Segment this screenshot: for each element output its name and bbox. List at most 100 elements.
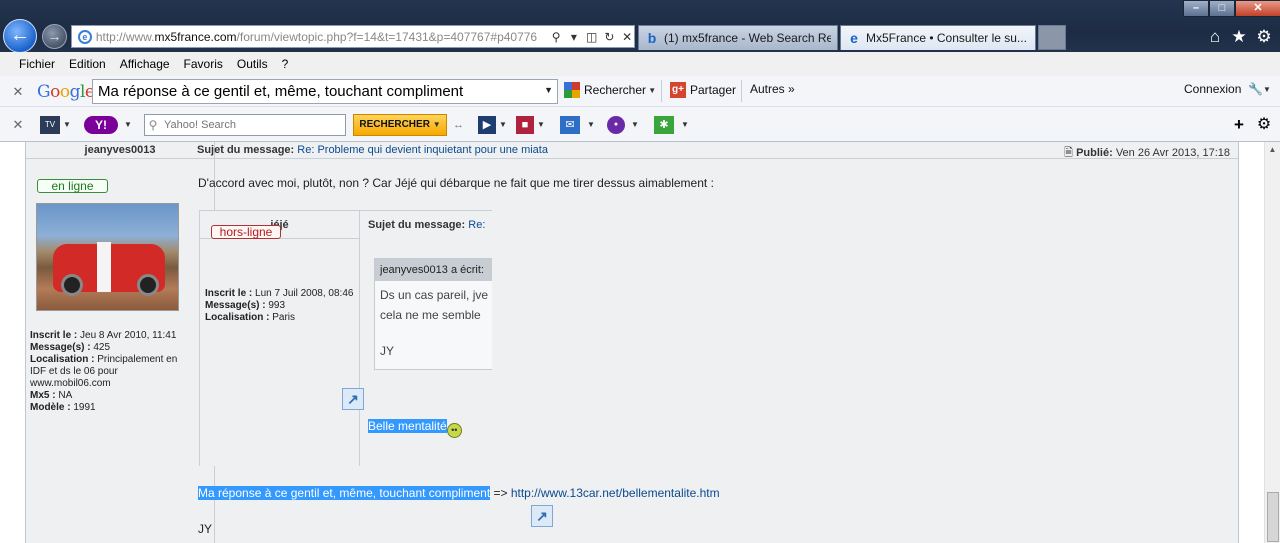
quote-profile-info: Inscrit le : Lun 7 Juil 2008, 08:46 Mess… [205,288,354,323]
mail-icon[interactable]: ✉ [560,116,580,134]
new-tab-button[interactable] [1038,25,1066,50]
subject-link[interactable]: Re: Probleme qui devient inquietant pour… [297,144,548,156]
tab-mx5france[interactable]: e Mx5France • Consulter le su... [840,25,1036,50]
chevron-down-icon[interactable]: ▼ [63,116,71,134]
menu-outils[interactable]: Outils [230,57,275,71]
yahoo-search-box[interactable]: ⚲ [144,114,346,136]
search-icon[interactable]: ⚲ [549,29,563,45]
chevron-down-icon[interactable]: ▼ [124,116,132,134]
home-icon[interactable]: ⌂ [1205,27,1225,47]
menu-help[interactable]: ? [275,57,296,71]
chevron-down-icon[interactable]: ▼ [631,116,639,134]
inner-quote-box: jeanyves0013 a écrit: Ds un cas pareil, … [374,258,492,370]
header-divider [26,158,1238,159]
tab-label: Mx5France • Consulter le su... [866,31,1027,45]
autres-button[interactable]: Autres » [750,82,795,96]
scrollbar-thumb[interactable] [1267,492,1279,542]
expand-image-icon[interactable]: ↗ [531,505,553,527]
quote-subject: Sujet du message: Re: [368,219,486,231]
profile-info: Inscrit le : Jeu 8 Avr 2010, 11:41 Messa… [30,330,178,413]
chevron-down-icon[interactable]: ▼ [544,85,553,95]
google-logo: Google [37,82,95,102]
yahoo-logo-icon[interactable]: Y! [84,116,118,134]
chevron-down-icon[interactable]: ▼ [499,116,507,134]
rechercher-button[interactable]: Rechercher ▼ [564,82,656,98]
search-icon: ⚲ [148,118,158,132]
offline-status-badge: hors-ligne [211,225,281,239]
online-status-badge: en ligne [37,179,108,193]
post-subject: Sujet du message: Re: Probleme qui devie… [197,144,548,156]
google-search-input[interactable] [93,80,533,103]
settings-gear-icon[interactable]: ⚙ [1255,116,1273,134]
google-search-box[interactable]: ▼ [92,79,558,104]
ie-page-icon: e [78,29,92,44]
google-toolbar: ✕ Google ▼ Rechercher ▼ g+ Partager Autr… [0,76,1280,107]
double-chevron-icon: » [784,82,795,96]
separator [741,80,742,102]
tools-gear-icon[interactable]: ⚙ [1254,27,1274,47]
maximize-button[interactable]: □ [1209,0,1235,17]
menu-fichier[interactable]: Fichier [12,57,62,71]
chevron-down-icon[interactable]: ▼ [681,116,689,134]
bing-icon: b [647,30,657,46]
menu-affichage[interactable]: Affichage [113,57,177,71]
dropdown-icon[interactable]: ▾ [567,29,581,45]
inner-quote-header: jeanyves0013 a écrit: [375,259,492,281]
avatar [36,203,179,311]
resize-handle-icon[interactable]: ↔ [453,116,464,134]
address-bar[interactable]: e http://www.mx5france.com/forum/viewtop… [71,25,635,48]
forward-button[interactable]: → [42,24,67,49]
close-toolbar-icon[interactable]: ✕ [12,84,24,100]
google-plus-icon: g+ [670,82,686,98]
tab-label: (1) mx5france - Web Search Re... [664,31,831,45]
quote-reply: Belle mentalité •• [368,419,462,438]
wrench-icon[interactable]: 🔧 ▼ [1248,82,1271,96]
google-search-icon [564,82,580,98]
separator [661,80,662,102]
close-window-button[interactable]: ✕ [1235,0,1280,17]
post-signature: JY [198,522,213,536]
post-intro: D'accord avec moi, plutôt, non ? Car Jéj… [198,176,714,190]
reply-line: Ma réponse à ce gentil et, même, touchan… [198,486,720,500]
menu-favoris[interactable]: Favoris [177,57,230,71]
video-icon[interactable]: ▶ [478,116,496,134]
forum-post: jeanyves0013 Sujet du message: Re: Probl… [25,142,1239,543]
page-content: jeanyves0013 Sujet du message: Re: Probl… [0,142,1280,543]
favorites-star-icon[interactable]: ★ [1229,27,1249,47]
minimize-button[interactable]: – [1183,0,1209,17]
address-url[interactable]: http://www.mx5france.com/forum/viewtopic… [96,30,545,44]
smiley-icon: •• [446,423,462,438]
connexion-button[interactable]: Connexion [1184,82,1241,96]
menu-bar: Fichier Edition Affichage Favoris Outils… [0,52,1280,76]
selected-text[interactable]: Ma réponse à ce gentil et, même, touchan… [198,486,491,500]
vertical-scrollbar[interactable]: ▲ [1264,142,1280,543]
tab-web-search[interactable]: b (1) mx5france - Web Search Re... [638,25,838,50]
refresh-icon[interactable]: ↻ [603,29,617,45]
post-published: 🗎 Publié: Ven 26 Avr 2013, 17:18 [1064,147,1230,159]
rechercher-yahoo-button[interactable]: RECHERCHER ▼ [353,114,447,136]
ie-tab-icon: e [850,30,858,46]
add-icon[interactable]: + [1230,116,1248,134]
scroll-up-icon[interactable]: ▲ [1265,142,1280,157]
media-icon[interactable]: ■ [516,116,534,134]
window-controls: – □ ✕ [1183,0,1280,17]
messenger-icon[interactable]: ● [607,116,625,134]
yahoo-search-input[interactable] [161,115,341,135]
document-icon[interactable]: 🗎 [1064,147,1073,159]
back-button[interactable]: ← [3,19,37,53]
compatibility-icon[interactable]: ◫ [585,29,599,45]
partager-button[interactable]: g+ Partager [670,82,736,98]
chevron-down-icon[interactable]: ▼ [587,116,595,134]
yahoo-toolbar: ✕ TV ▼ Y! ▼ ⚲ RECHERCHER ▼ ↔ ▶ ▼ ■ ▼ ✉ ▼… [0,107,1280,142]
menu-edition[interactable]: Edition [62,57,113,71]
chevron-down-icon: ▼ [646,85,657,95]
stop-icon[interactable]: ✕ [620,29,634,45]
expand-image-icon[interactable]: ↗ [342,388,364,410]
tv-icon[interactable]: TV [40,116,60,134]
post-author[interactable]: jeanyves0013 [26,144,214,156]
chevron-down-icon[interactable]: ▼ [537,116,545,134]
reply-link[interactable]: http://www.13car.net/bellementalite.htm [511,486,720,500]
close-toolbar-icon[interactable]: ✕ [12,117,24,133]
apps-icon[interactable]: ✱ [654,116,674,134]
browser-titlebar: ← → e http://www.mx5france.com/forum/vie… [0,0,1280,53]
